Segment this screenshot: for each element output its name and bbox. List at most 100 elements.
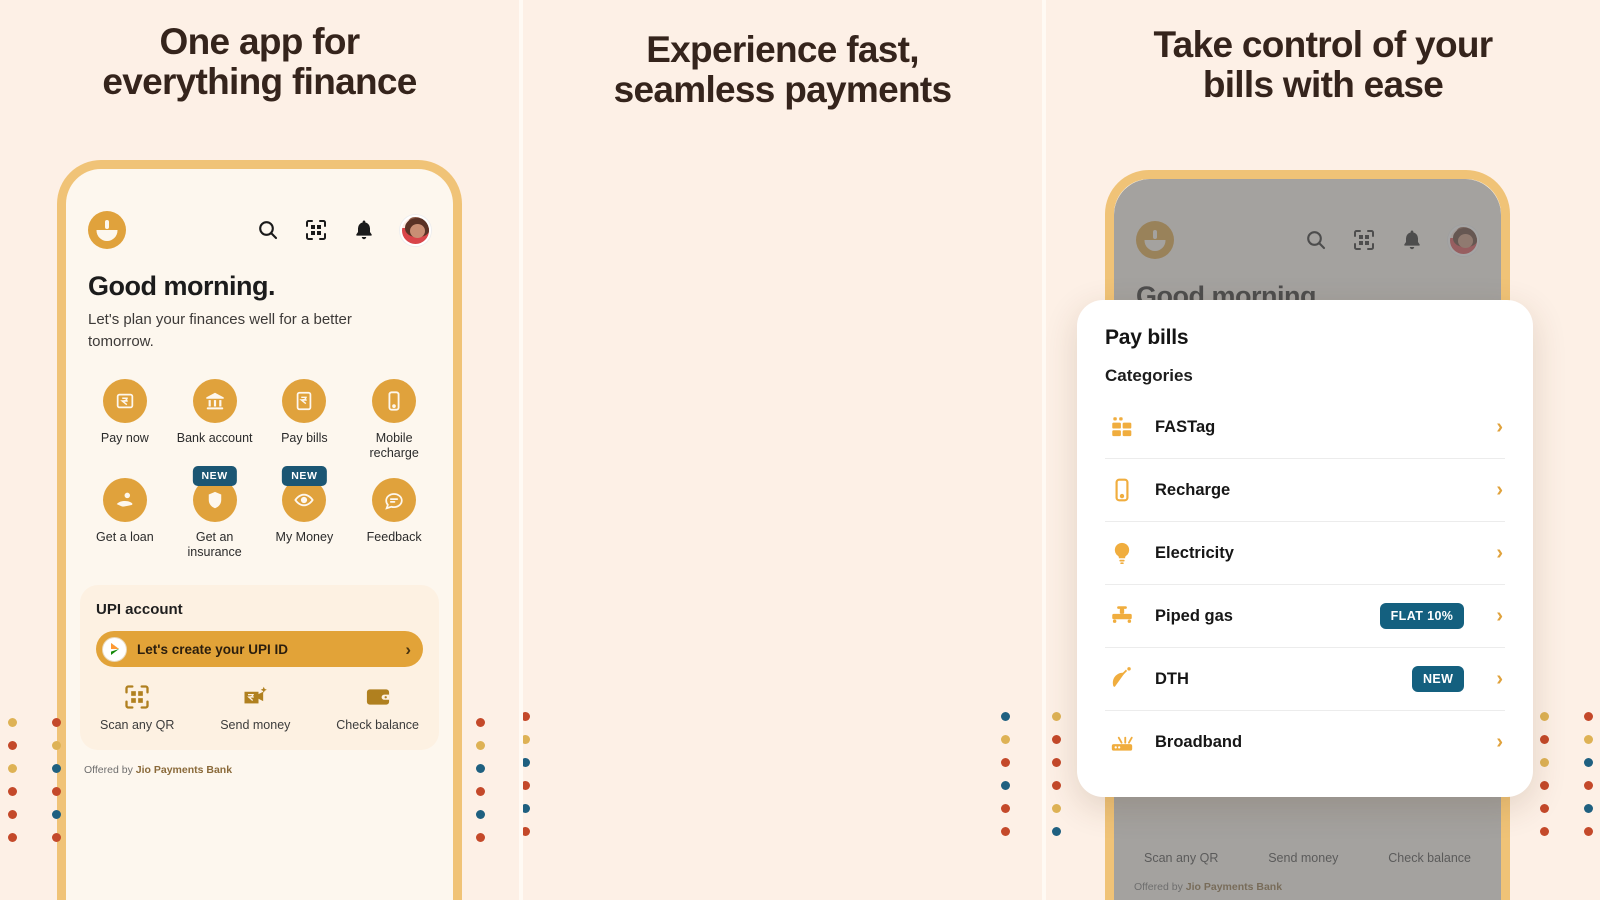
- decorative-dot: [1584, 735, 1593, 744]
- decorative-dot: [8, 787, 17, 796]
- decorative-dot: [1540, 712, 1549, 721]
- decorative-dot: [8, 718, 17, 727]
- decorative-dot: [476, 810, 485, 819]
- quick-action-bank-account[interactable]: Bank account: [170, 378, 260, 462]
- quick-action-my-money[interactable]: NEW My Money: [260, 465, 350, 561]
- chevron-right-icon: ›: [1496, 668, 1503, 690]
- decorative-dot: [476, 741, 485, 750]
- chevron-right-icon: ›: [1496, 416, 1503, 438]
- app-bar-icons: [256, 214, 431, 246]
- send-money-icon: [241, 683, 269, 711]
- headline-line: everything finance: [102, 60, 417, 102]
- bell-icon[interactable]: [1400, 228, 1424, 252]
- upi-action-label: Check balance: [336, 718, 419, 732]
- bill-category-electricity[interactable]: Electricity ›: [1105, 522, 1505, 585]
- decorative-dot: [52, 718, 61, 727]
- upi-action-scan-any-qr[interactable]: Scan any QR: [100, 683, 174, 732]
- bill-category-broadband[interactable]: Broadband ›: [1105, 711, 1505, 773]
- decorative-dot: [1052, 758, 1061, 767]
- decorative-dot: [1540, 804, 1549, 813]
- scan-qr-icon: [123, 683, 151, 711]
- profile-avatar[interactable]: [400, 214, 431, 246]
- offered-by-bank: Jio Payments Bank: [135, 764, 233, 776]
- scan-qr-icon[interactable]: [304, 218, 328, 242]
- bill-category-dth[interactable]: DTH NEW ›: [1105, 648, 1505, 711]
- decorative-dot: [1001, 712, 1010, 721]
- quick-action-label: My Money: [275, 529, 334, 544]
- bill-category-piped-gas[interactable]: Piped gas FLAT 10% ›: [1105, 585, 1505, 648]
- upi-action-check-balance[interactable]: Check balance: [336, 683, 419, 732]
- bill-category-label: DTH: [1155, 669, 1189, 688]
- create-upi-id-button[interactable]: Let's create your UPI ID ›: [96, 631, 423, 667]
- bill-category-label: Piped gas: [1155, 606, 1233, 625]
- decorative-dots-left: [8, 718, 74, 842]
- decorative-dot: [476, 764, 485, 773]
- bill-category-label: Broadband: [1155, 732, 1243, 751]
- offered-by-prefix: Offered by: [1134, 881, 1183, 893]
- pay-bills-bottom-sheet: Pay bills Categories FASTag › Recharge › Ele…: [1077, 300, 1533, 797]
- headline-line: Take control of your: [1153, 24, 1494, 65]
- app-bottom-area: Scan any QR Send money Check balance Offer…: [1114, 851, 1501, 900]
- greeting-subtitle: Let's plan your finances well for a bett…: [88, 311, 352, 350]
- upi-action-label: Send money: [220, 718, 291, 732]
- decorative-dot: [52, 787, 61, 796]
- chat-icon: [372, 477, 417, 522]
- decorative-dot: [1584, 712, 1593, 721]
- gas-valve-icon: [1107, 601, 1137, 631]
- greeting-block: Good morning. Let's plan your finances w…: [66, 249, 453, 353]
- decorative-dot: [52, 741, 61, 750]
- jio-smiley-logo[interactable]: [1136, 221, 1174, 259]
- decorative-dot: [1052, 735, 1061, 744]
- panel-1-headline: One app for everything finance: [0, 22, 519, 102]
- decorative-dot: [1540, 827, 1549, 836]
- decorative-dot: [476, 833, 485, 842]
- quick-action-label: Bank account: [176, 430, 253, 445]
- decorative-dots-left: [523, 712, 543, 836]
- scan-qr-icon[interactable]: [1352, 228, 1376, 252]
- phone-mockup-1: Good morning. Let's plan your finances w…: [57, 160, 462, 900]
- quick-action-feedback[interactable]: Feedback: [349, 477, 439, 561]
- decorative-dot: [523, 735, 530, 744]
- upi-quick-action-labels: Scan any QR Send money Check balance: [1134, 851, 1481, 875]
- quick-action-mobile-recharge[interactable]: Mobile recharge: [349, 378, 439, 462]
- bell-icon[interactable]: [352, 218, 376, 242]
- mobile-icon: [1107, 475, 1137, 505]
- quick-action-pay-now[interactable]: Pay now: [80, 378, 170, 462]
- quick-action-get-a-loan[interactable]: Get a loan: [80, 477, 170, 561]
- decorative-dot: [1540, 735, 1549, 744]
- quick-actions-grid: Pay now Bank account Pay bills Mobile recha…: [66, 353, 453, 562]
- quick-action-get-an-insurance[interactable]: NEW Get an insurance: [170, 465, 260, 561]
- decorative-dot: [1052, 804, 1061, 813]
- decorative-dot: [476, 787, 485, 796]
- quick-action-label: Get an insurance: [187, 529, 242, 560]
- upi-action-send-money[interactable]: Send money: [220, 683, 290, 732]
- screenshot-panel-1: One app for everything finance Good morn…: [0, 0, 519, 900]
- upi-action-label: Scan any QR: [1144, 851, 1219, 865]
- profile-avatar[interactable]: [1448, 224, 1479, 256]
- greeting-title: Good morning.: [88, 271, 275, 301]
- bill-category-label: Electricity: [1155, 543, 1234, 562]
- decorative-dot: [1001, 781, 1010, 790]
- bill-category-recharge[interactable]: Recharge ›: [1105, 459, 1505, 522]
- decorative-dot: [523, 758, 530, 767]
- headline-line: One app for: [159, 21, 361, 62]
- offered-by-note: Offered by Jio Payments Bank: [66, 750, 453, 776]
- decorative-dot: [1052, 712, 1061, 721]
- fastag-icon: [1107, 412, 1137, 442]
- quick-action-pay-bills[interactable]: Pay bills: [260, 378, 350, 462]
- decorative-dot: [8, 741, 17, 750]
- app-screen-home: Good morning. Let's plan your finances w…: [66, 169, 453, 900]
- decorative-dot: [52, 764, 61, 773]
- search-icon[interactable]: [256, 218, 280, 242]
- decorative-dot: [1001, 804, 1010, 813]
- search-icon[interactable]: [1304, 228, 1328, 252]
- jio-smiley-logo[interactable]: [88, 211, 126, 249]
- quick-action-label: Feedback: [366, 529, 422, 544]
- app-bar-icons: [1304, 224, 1479, 256]
- bill-category-fastag[interactable]: FASTag ›: [1105, 396, 1505, 459]
- decorative-dot: [476, 718, 485, 727]
- decorative-dots-left: [1046, 712, 1074, 836]
- india-flag-icon: [102, 636, 127, 662]
- upi-card-title: UPI account: [96, 601, 183, 618]
- bank-icon: [192, 378, 237, 423]
